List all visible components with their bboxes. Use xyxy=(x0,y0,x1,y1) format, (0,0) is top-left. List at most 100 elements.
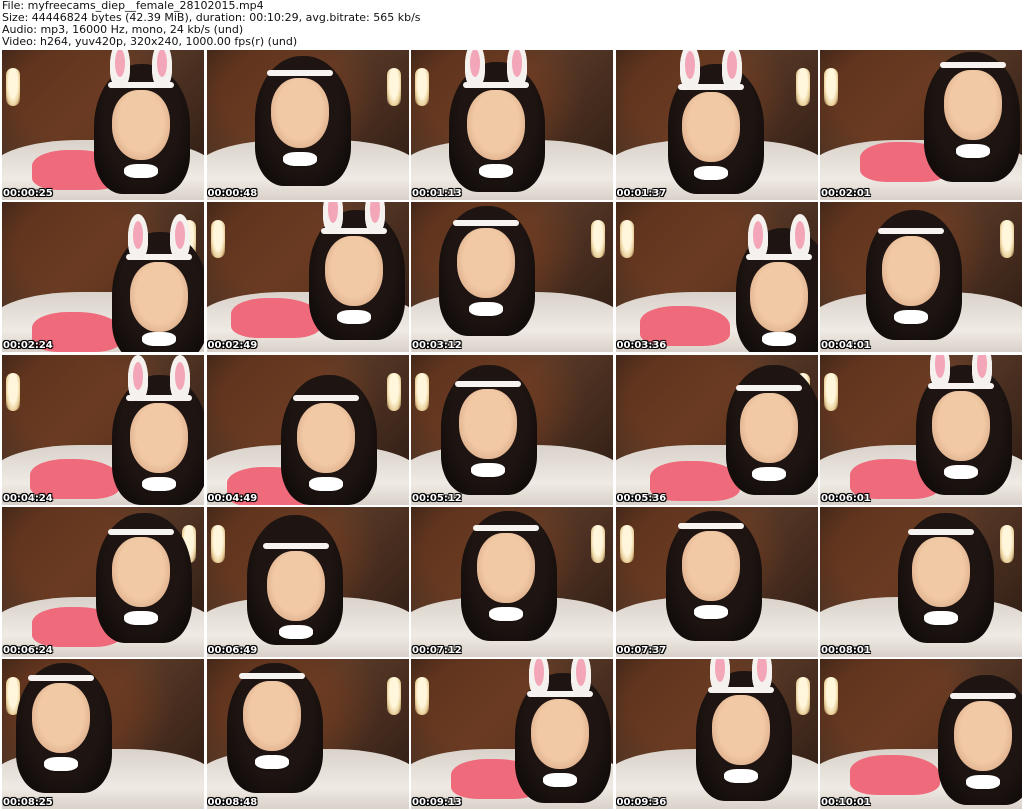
timestamp-label: 00:00:48 xyxy=(207,188,258,199)
lamp-light xyxy=(415,372,429,411)
bunny-ear xyxy=(709,659,730,693)
face xyxy=(324,236,383,307)
face xyxy=(477,532,535,603)
bow-tie xyxy=(469,302,503,317)
lamp-light xyxy=(415,677,429,715)
bow-tie xyxy=(124,164,158,178)
lamp-light xyxy=(1000,220,1014,259)
face xyxy=(130,262,188,333)
face xyxy=(531,699,589,769)
bow-tie xyxy=(254,755,289,769)
lamp-light xyxy=(824,372,838,411)
bunny-ear xyxy=(465,50,485,88)
bow-tie xyxy=(761,332,796,347)
bunny-ear xyxy=(152,50,172,88)
timestamp-label: 00:03:36 xyxy=(616,340,667,352)
lamp-light xyxy=(795,677,810,715)
video-thumbnail: 00:00:48 xyxy=(206,50,409,200)
face xyxy=(932,390,990,461)
bunny-ear xyxy=(170,214,190,261)
bow-tie xyxy=(471,462,505,477)
timestamp-label: 00:10:01 xyxy=(821,797,871,808)
bunny-ear xyxy=(747,214,768,261)
bow-tie xyxy=(336,310,371,325)
pink-outfit xyxy=(230,298,321,339)
headband xyxy=(266,70,333,76)
face xyxy=(711,695,770,765)
timestamp-label: 00:06:01 xyxy=(821,492,871,504)
lamp-light xyxy=(619,524,634,563)
bow-tie xyxy=(142,476,176,491)
headband xyxy=(940,62,1006,68)
bunny-ear xyxy=(322,202,343,235)
video-thumbnail: 00:09:36 xyxy=(615,659,818,809)
video-thumbnail: 00:06:01 xyxy=(820,354,1022,505)
lamp-light xyxy=(210,220,225,259)
video-thumbnail: 00:04:49 xyxy=(206,354,409,505)
video-thumbnail: 00:08:01 xyxy=(820,506,1022,657)
bow-tie xyxy=(543,773,577,787)
bunny-ear xyxy=(972,354,992,389)
lamp-light xyxy=(824,68,838,106)
lamp-light xyxy=(6,68,20,106)
bunny-ear xyxy=(930,354,950,389)
face xyxy=(242,681,301,751)
bow-tie xyxy=(956,144,990,158)
bunny-ear xyxy=(170,354,190,401)
video-thumbnail: 00:07:37 xyxy=(615,506,818,657)
video-thumbnail: 00:06:24 xyxy=(2,506,204,657)
bow-tie xyxy=(142,332,176,347)
timestamp-label: 00:06:49 xyxy=(207,644,258,656)
lamp-light xyxy=(415,68,429,106)
bow-tie xyxy=(308,476,343,491)
timestamp-label: 00:01:13 xyxy=(412,188,462,199)
headband xyxy=(108,528,174,535)
bow-tie xyxy=(278,624,313,639)
face xyxy=(954,701,1012,771)
bow-tie xyxy=(894,310,928,325)
bunny-ear xyxy=(364,202,385,235)
face xyxy=(457,228,515,299)
video-thumbnail: 00:02:49 xyxy=(206,202,409,353)
video-thumbnail: 00:10:01 xyxy=(820,659,1022,809)
lamp-light xyxy=(619,220,634,259)
file-info-header: File: myfreecams_diep__female_28102015.m… xyxy=(2,0,1022,48)
bunny-ear xyxy=(128,354,148,401)
timestamp-label: 00:02:24 xyxy=(3,340,53,352)
face xyxy=(459,388,517,459)
bow-tie xyxy=(693,604,728,619)
timestamp-label: 00:08:01 xyxy=(821,644,871,656)
lamp-light xyxy=(386,677,401,715)
video-thumbnail: 00:04:01 xyxy=(820,202,1022,353)
headband xyxy=(908,528,974,535)
video-thumbnail: 00:02:24 xyxy=(2,202,204,353)
video-thumbnail: 00:01:13 xyxy=(411,50,613,200)
face xyxy=(882,236,940,307)
face xyxy=(112,90,170,160)
video-thumbnail: 00:09:13 xyxy=(411,659,613,809)
video-thumbnail: 00:02:01 xyxy=(820,50,1022,200)
timestamp-label: 00:07:12 xyxy=(412,644,462,656)
timestamp-label: 00:09:36 xyxy=(616,797,667,808)
headband xyxy=(677,522,744,529)
video-thumbnail: 00:03:12 xyxy=(411,202,613,353)
lamp-light xyxy=(795,68,810,106)
lamp-light xyxy=(824,677,838,715)
headband xyxy=(453,220,519,227)
headband xyxy=(292,394,359,401)
timestamp-label: 00:02:49 xyxy=(207,340,258,352)
face xyxy=(739,392,798,463)
face xyxy=(749,262,808,333)
headband xyxy=(878,228,944,235)
bow-tie xyxy=(489,606,523,621)
video-thumbnail: 00:03:36 xyxy=(615,202,818,353)
video-thumbnail: 00:05:12 xyxy=(411,354,613,505)
video-thumbnail: 00:08:25 xyxy=(2,659,204,809)
headband xyxy=(262,542,329,549)
timestamp-label: 00:08:48 xyxy=(207,797,258,808)
bow-tie xyxy=(282,152,317,166)
timestamp-label: 00:09:13 xyxy=(412,797,462,808)
timestamp-label: 00:06:24 xyxy=(3,644,53,656)
headband xyxy=(238,673,305,679)
video-thumbnail: 00:08:48 xyxy=(206,659,409,809)
